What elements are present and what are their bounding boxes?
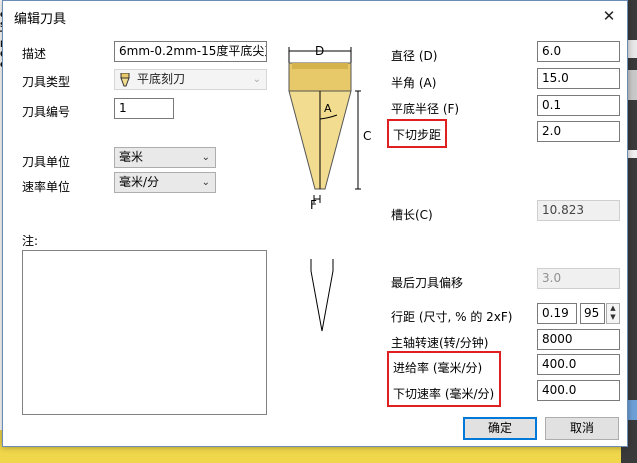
stepover-percent-input[interactable]: 95 (580, 303, 605, 324)
half-angle-input[interactable]: 15.0 (537, 68, 620, 89)
tool-unit-select[interactable]: 毫米 ⌄ (114, 147, 216, 168)
notes-label: 注: (22, 234, 39, 248)
rate-unit-select[interactable]: 毫米/分 ⌄ (114, 172, 216, 193)
cancel-button[interactable]: 取消 (545, 417, 619, 440)
half-angle-label: 半角 (A) (391, 76, 437, 90)
spin-down-icon[interactable]: ▼ (607, 313, 619, 322)
ok-button[interactable]: 确定 (463, 417, 537, 440)
engraving-tool-icon (120, 73, 130, 87)
diagram-label-a: A (324, 102, 332, 115)
feed-rate-input[interactable]: 400.0 (537, 354, 620, 375)
diameter-label: 直径 (D) (391, 49, 438, 63)
tool-type-select[interactable]: 平底刻刀 ⌄ (114, 69, 267, 90)
chevron-down-icon: ⌄ (201, 177, 210, 188)
spindle-speed-input[interactable]: 8000 (537, 329, 620, 350)
stepover-input[interactable]: 0.19 (537, 303, 577, 324)
chevron-down-icon: ⌄ (252, 74, 261, 85)
title-bar: 编辑刀具 ✕ (3, 1, 627, 31)
chevron-down-icon: ⌄ (201, 152, 210, 163)
tool-unit-value: 毫米 (119, 150, 144, 164)
stepover-spinner[interactable]: ▲ ▼ (606, 303, 620, 324)
feed-rate-label: 进给率 (毫米/分) (393, 361, 483, 375)
stepover-label: 行距 (尺寸, % 的 2xF) (391, 310, 513, 324)
rate-unit-value: 毫米/分 (119, 175, 160, 189)
edit-tool-dialog: 编辑刀具 ✕ 描述 6mm-0.2mm-15度平底尖刀 刀具类型 平底刻刀 ⌄ … (2, 0, 628, 447)
flute-length-label: 槽长(C) (391, 208, 433, 222)
tool-type-label: 刀具类型 (22, 75, 71, 89)
flat-radius-input[interactable]: 0.1 (537, 95, 620, 116)
notes-textarea[interactable] (22, 250, 267, 415)
rate-unit-label: 速率单位 (22, 180, 71, 194)
spin-up-icon[interactable]: ▲ (607, 304, 619, 313)
plunge-rate-input[interactable]: 400.0 (537, 380, 620, 401)
close-icon[interactable]: ✕ (597, 4, 621, 28)
last-offset-label: 最后刀具偏移 (391, 276, 464, 290)
spindle-speed-label: 主轴转速(转/分钟) (391, 336, 489, 350)
tool-type-value: 平底刻刀 (137, 72, 186, 86)
last-offset-input[interactable]: 3.0 (537, 268, 620, 289)
tool-number-label: 刀具编号 (22, 105, 71, 119)
plunge-rate-label: 下切速率 (毫米/分) (393, 387, 495, 401)
diagram-label-f: F (310, 198, 317, 212)
stepdown-highlight (387, 119, 447, 148)
tool-number-input[interactable]: 1 (114, 98, 174, 119)
tool-diagram (288, 47, 361, 332)
dialog-title: 编辑刀具 (14, 12, 67, 27)
flute-length-value: 10.823 (537, 200, 620, 221)
diameter-input[interactable]: 6.0 (537, 41, 620, 62)
stepdown-input[interactable]: 2.0 (537, 121, 620, 142)
flat-radius-label: 平底半径 (F) (391, 102, 460, 116)
tool-unit-label: 刀具单位 (22, 155, 71, 169)
diagram-label-c: C (363, 129, 372, 143)
diagram-label-d: D (315, 44, 325, 58)
description-input[interactable]: 6mm-0.2mm-15度平底尖刀 (114, 41, 267, 62)
description-label: 描述 (22, 47, 47, 61)
